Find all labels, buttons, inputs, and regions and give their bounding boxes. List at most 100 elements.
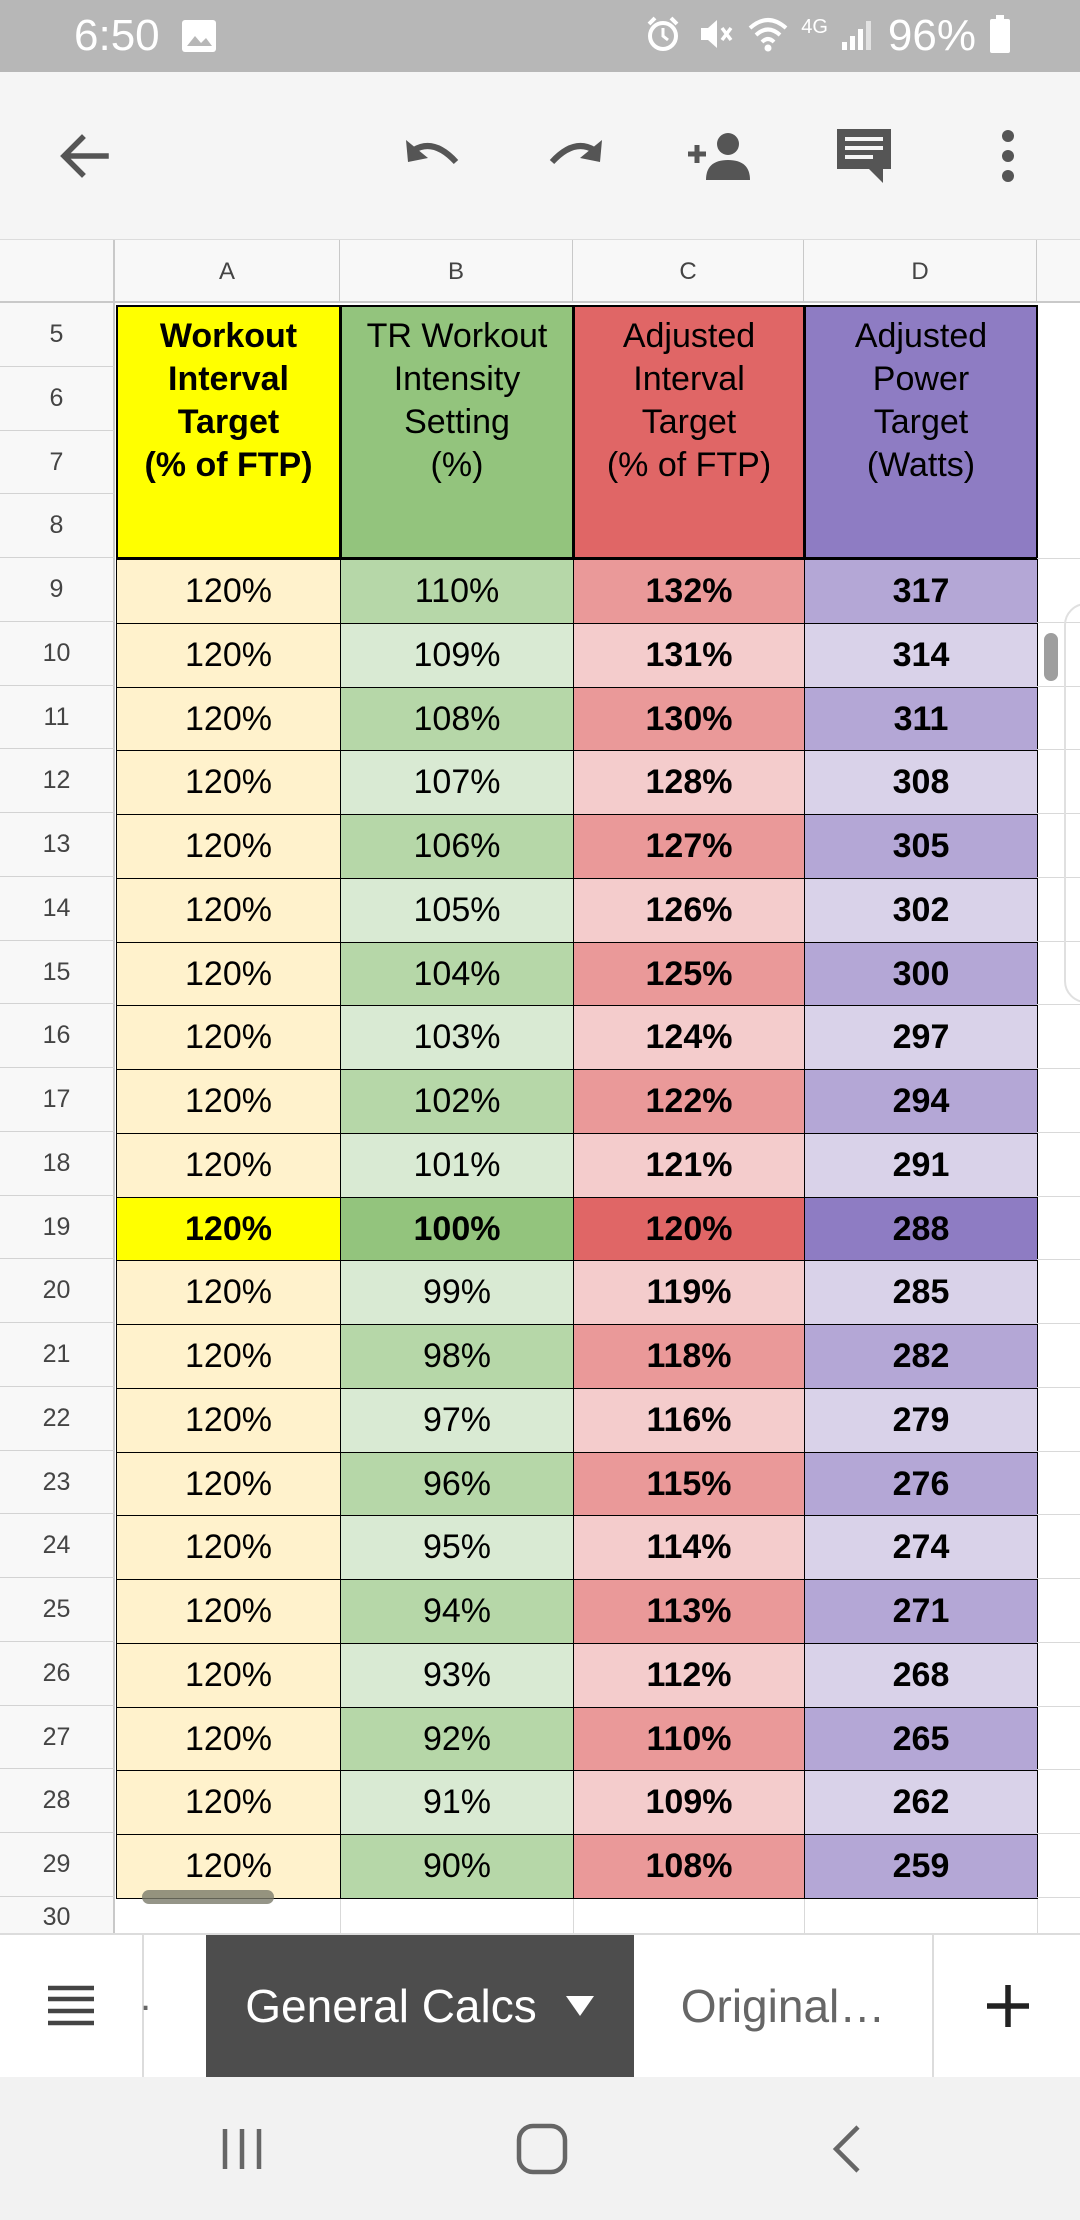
cell-d-row-15[interactable]: 300 (804, 942, 1038, 1006)
cell-b-row-21[interactable]: 98% (340, 1324, 574, 1389)
cell-a-row-17[interactable]: 120% (116, 1069, 341, 1134)
back-arrow-icon[interactable] (42, 114, 126, 198)
cell-a-row-24[interactable]: 120% (116, 1515, 341, 1580)
horizontal-scrollbar-thumb[interactable] (142, 1890, 274, 1904)
cell-b-row-20[interactable]: 99% (340, 1260, 574, 1325)
header-cell-adjusted-power-target[interactable]: Adjusted Power Target (Watts) (804, 305, 1038, 559)
cell-b-row-23[interactable]: 96% (340, 1452, 574, 1516)
cell-c-row-17[interactable]: 122% (573, 1069, 805, 1134)
row-number[interactable]: 26 (0, 1642, 115, 1706)
row-number[interactable]: 22 (0, 1387, 115, 1451)
row-number[interactable]: 6 (0, 367, 115, 431)
cell-d-row-25[interactable]: 271 (804, 1579, 1038, 1644)
cell-b-row-27[interactable]: 92% (340, 1707, 574, 1771)
cell-c-row-14[interactable]: 126% (573, 878, 805, 943)
cell-d-row-20[interactable]: 285 (804, 1260, 1038, 1325)
row-number[interactable]: 14 (0, 877, 115, 941)
cell-d-row-18[interactable]: 291 (804, 1133, 1038, 1198)
row-number[interactable]: 20 (0, 1259, 115, 1323)
all-sheets-menu-icon[interactable] (0, 1935, 144, 2077)
cell-a-row-10[interactable]: 120% (116, 623, 341, 688)
cell-d-row-29[interactable]: 259 (804, 1834, 1038, 1899)
row-number[interactable]: 17 (0, 1068, 115, 1132)
cell-b-row-18[interactable]: 101% (340, 1133, 574, 1198)
cell-a-row-11[interactable]: 120% (116, 687, 341, 751)
cell-b-row-15[interactable]: 104% (340, 942, 574, 1006)
add-sheet-icon[interactable] (936, 1935, 1080, 2077)
row-number[interactable]: 28 (0, 1769, 115, 1833)
comment-icon[interactable] (822, 114, 906, 198)
cell-a-row-25[interactable]: 120% (116, 1579, 341, 1644)
row-number[interactable]: 24 (0, 1514, 115, 1578)
cell-b-row-14[interactable]: 105% (340, 878, 574, 943)
recents-icon[interactable] (206, 2113, 278, 2185)
cell-d-row-27[interactable]: 265 (804, 1707, 1038, 1771)
cell-d-row-16[interactable]: 297 (804, 1005, 1038, 1070)
cell-d-row-13[interactable]: 305 (804, 814, 1038, 879)
cell-a-row-20[interactable]: 120% (116, 1260, 341, 1325)
column-header-c[interactable]: C (573, 240, 804, 303)
cell-c-row-13[interactable]: 127% (573, 814, 805, 879)
tab-dropdown-icon[interactable] (565, 1995, 595, 2017)
cell-b-row-22[interactable]: 97% (340, 1388, 574, 1453)
row-number[interactable]: 11 (0, 686, 115, 749)
cell-d-row-21[interactable]: 282 (804, 1324, 1038, 1389)
cell-b-row-9[interactable]: 110% (340, 559, 574, 624)
cell-c-row-10[interactable]: 131% (573, 623, 805, 688)
cell-a-row-12[interactable]: 120% (116, 750, 341, 815)
cell-b-row-24[interactable]: 95% (340, 1515, 574, 1580)
row-number[interactable]: 19 (0, 1196, 115, 1259)
row-number[interactable]: 10 (0, 622, 115, 686)
cell-b-row-11[interactable]: 108% (340, 687, 574, 751)
cell-b-row-26[interactable]: 93% (340, 1643, 574, 1708)
cell-a-row-14[interactable]: 120% (116, 878, 341, 943)
back-icon[interactable] (810, 2113, 882, 2185)
cell-d-row-11[interactable]: 311 (804, 687, 1038, 751)
cell-d-row-24[interactable]: 274 (804, 1515, 1038, 1580)
row-number[interactable]: 8 (0, 494, 115, 558)
cell-d-row-12[interactable]: 308 (804, 750, 1038, 815)
cell-c-row-25[interactable]: 113% (573, 1579, 805, 1644)
cell-c-row-29[interactable]: 108% (573, 1834, 805, 1899)
cell-d-row-23[interactable]: 276 (804, 1452, 1038, 1516)
cell-c-row-22[interactable]: 116% (573, 1388, 805, 1453)
cell-b-row-28[interactable]: 91% (340, 1770, 574, 1835)
row-number[interactable]: 15 (0, 941, 115, 1004)
row-number[interactable]: 21 (0, 1323, 115, 1387)
header-cell-workout-interval-target[interactable]: Workout Interval Target (% of FTP) (116, 305, 341, 559)
cell-c-row-18[interactable]: 121% (573, 1133, 805, 1198)
cell-a-row-15[interactable]: 120% (116, 942, 341, 1006)
cell-b-row-29[interactable]: 90% (340, 1834, 574, 1899)
cell-c-row-26[interactable]: 112% (573, 1643, 805, 1708)
cell-b-row-19[interactable]: 100% (340, 1197, 574, 1261)
cell-a-row-27[interactable]: 120% (116, 1707, 341, 1771)
row-number[interactable]: 25 (0, 1578, 115, 1642)
cell-c-row-24[interactable]: 114% (573, 1515, 805, 1580)
row-number[interactable]: 5 (0, 303, 115, 367)
cell-b-row-12[interactable]: 107% (340, 750, 574, 815)
row-number[interactable]: 13 (0, 813, 115, 877)
header-cell-adjusted-interval-target[interactable]: Adjusted Interval Target (% of FTP) (573, 305, 805, 559)
cell-c-row-27[interactable]: 110% (573, 1707, 805, 1771)
cell-a-row-13[interactable]: 120% (116, 814, 341, 879)
vertical-scrollbar-thumb[interactable] (1044, 633, 1058, 681)
spreadsheet-grid[interactable]: 5 6 7 8 Workout Interval Target (% of FT… (0, 303, 1080, 1933)
row-number[interactable]: 27 (0, 1706, 115, 1769)
cell-c-row-16[interactable]: 124% (573, 1005, 805, 1070)
cell-b-row-16[interactable]: 103% (340, 1005, 574, 1070)
cell-c-row-21[interactable]: 118% (573, 1324, 805, 1389)
cell-b-row-25[interactable]: 94% (340, 1579, 574, 1644)
cell-a-row-18[interactable]: 120% (116, 1133, 341, 1198)
cell-a-row-19[interactable]: 120% (116, 1197, 341, 1261)
previous-sheet-tab-fragment[interactable]: . (140, 1975, 151, 2020)
cell-d-row-28[interactable]: 262 (804, 1770, 1038, 1835)
cell-c-row-9[interactable]: 132% (573, 559, 805, 624)
undo-icon[interactable] (390, 114, 474, 198)
cell-c-row-11[interactable]: 130% (573, 687, 805, 751)
cell-b-row-17[interactable]: 102% (340, 1069, 574, 1134)
cell-b-row-10[interactable]: 109% (340, 623, 574, 688)
cell-d-row-17[interactable]: 294 (804, 1069, 1038, 1134)
cell-c-row-23[interactable]: 115% (573, 1452, 805, 1516)
cell-d-row-26[interactable]: 268 (804, 1643, 1038, 1708)
cell-d-row-19[interactable]: 288 (804, 1197, 1038, 1261)
